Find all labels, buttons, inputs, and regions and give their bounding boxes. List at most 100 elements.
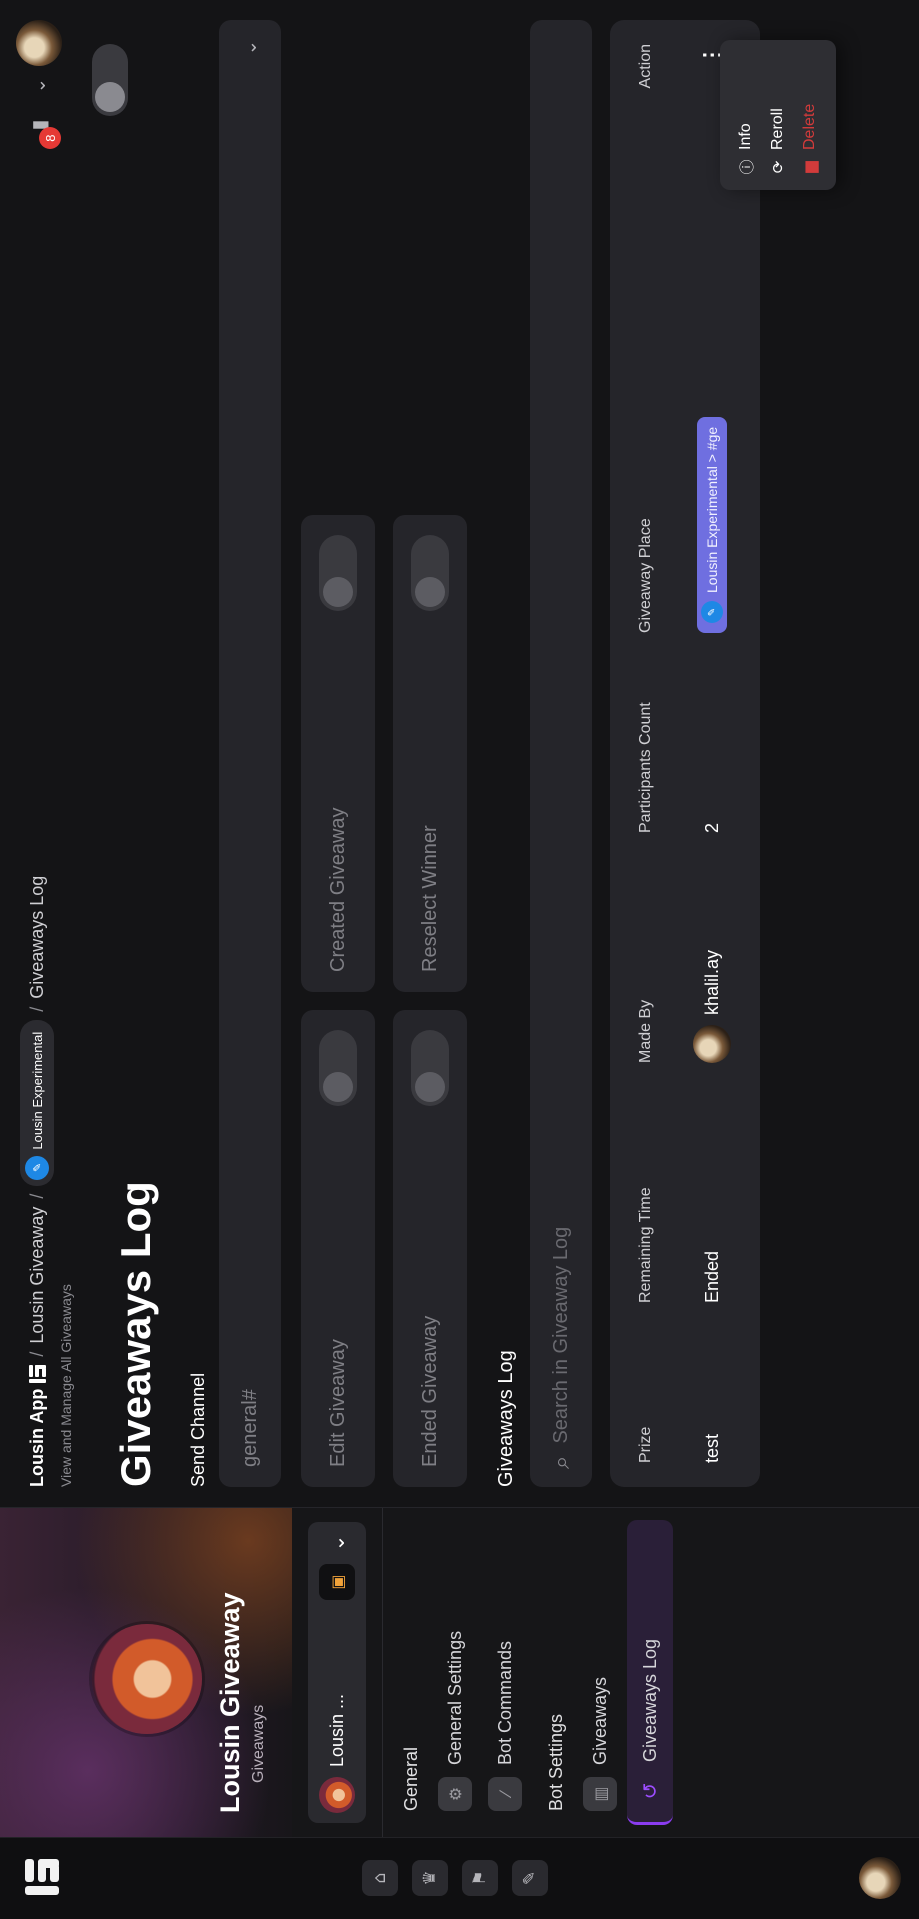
breadcrumb-app[interactable]: Lousin App bbox=[26, 1364, 48, 1487]
server-icon: ✎ bbox=[25, 1155, 49, 1180]
flag-icon[interactable]: ⚑ bbox=[462, 1860, 498, 1896]
gift-icon: ▣ bbox=[319, 1564, 355, 1600]
sidebar-item-label: Giveaways Log bbox=[639, 1638, 660, 1762]
table-header: Prize Remaining Time Made By Participant… bbox=[610, 20, 682, 1487]
notification-badge: 8 bbox=[39, 127, 61, 150]
app-root: ⌂ ♛ ⚑ ✎ Lousin Giveaway Giveaways Lousin… bbox=[0, 0, 919, 1919]
server-avatar bbox=[319, 1777, 355, 1813]
app-rail: ⌂ ♛ ⚑ ✎ bbox=[0, 1837, 919, 1919]
ended-giveaway-switch[interactable] bbox=[411, 1030, 449, 1106]
search-input[interactable] bbox=[549, 38, 573, 1444]
cell-prize: test bbox=[701, 1433, 722, 1463]
action-menu: ⓘ Info ⟳ Reroll ▆ Delete bbox=[720, 40, 836, 190]
toggle-edit-giveaway: Edit Giveaway bbox=[301, 1010, 375, 1487]
server-icon: ✎ bbox=[701, 601, 723, 623]
toggle-ended-giveaway: Ended Giveaway bbox=[393, 1010, 467, 1487]
place-pill[interactable]: ✎ Lousin Experimental > #ge bbox=[697, 416, 727, 633]
gear-icon: ⚙ bbox=[438, 1777, 472, 1811]
app-logo[interactable] bbox=[22, 1857, 62, 1897]
feature-toggle[interactable] bbox=[92, 44, 128, 116]
send-channel-select[interactable]: general# ⌄ bbox=[219, 20, 281, 1487]
cell-participants: 2 bbox=[701, 822, 722, 833]
chevron-down-icon[interactable]: ⌄ bbox=[29, 78, 50, 93]
log-section-title: Giveaways Log bbox=[495, 1350, 517, 1487]
giveaways-table: Prize Remaining Time Made By Participant… bbox=[610, 20, 836, 1487]
history-icon: ↺ bbox=[638, 1782, 662, 1800]
cell-place: ✎ Lousin Experimental > #ge bbox=[697, 333, 727, 633]
sidebar-item-label: General Settings bbox=[444, 1630, 465, 1765]
breadcrumb-bot[interactable]: Lousin Giveaway bbox=[27, 1207, 48, 1344]
send-channel-value: general# bbox=[238, 1389, 261, 1467]
column-header: Participants Count bbox=[637, 702, 654, 833]
menu-item-delete[interactable]: ▆ Delete bbox=[794, 54, 826, 176]
toggle-label: Reselect Winner bbox=[418, 825, 441, 972]
breadcrumb-separator: / bbox=[26, 1006, 47, 1012]
created-giveaway-switch[interactable] bbox=[319, 535, 357, 611]
breadcrumb-current: Giveaways Log bbox=[26, 875, 47, 999]
sidebar-item-giveaways-log[interactable]: ↺ Giveaways Log bbox=[627, 1520, 673, 1825]
page-content: Giveaways Log Send Channel general# ⌄ Ed… bbox=[92, 20, 836, 1487]
app-name: Lousin App bbox=[26, 1388, 47, 1487]
app-mini-logo-icon bbox=[28, 1364, 46, 1383]
nav-section-general: General ⚙ General Settings ⁄ Bot Command… bbox=[401, 1508, 528, 1837]
toggle-label: Created Giveaway bbox=[326, 807, 349, 972]
sidebar-item-general-settings[interactable]: ⚙ General Settings bbox=[432, 1520, 478, 1825]
info-icon: ⓘ bbox=[738, 159, 756, 175]
bot-subtitle: Giveaways bbox=[250, 1704, 267, 1783]
breadcrumb-server-pill[interactable]: ✎ Lousin Experimental bbox=[20, 1019, 54, 1186]
nav-heading-bot-settings: Bot Settings bbox=[546, 1713, 566, 1811]
toggle-label: Ended Giveaway bbox=[418, 1315, 441, 1467]
chevron-down-icon: ⌄ bbox=[239, 40, 260, 56]
reroll-icon: ⟳ bbox=[770, 160, 787, 174]
logo-mark-icon bbox=[25, 1859, 59, 1895]
crown-icon[interactable]: ♛ bbox=[412, 1860, 448, 1896]
nav-heading-general: General bbox=[401, 1746, 421, 1811]
reselect-winner-switch[interactable] bbox=[411, 535, 449, 611]
sidebar-item-giveaways[interactable]: ▥ Giveaways bbox=[577, 1520, 623, 1825]
column-header: Made By bbox=[637, 999, 654, 1063]
sidebar: Lousin Giveaway Giveaways Lousin ... ▣ ⌄… bbox=[0, 1507, 919, 1837]
bot-title: Lousin Giveaway bbox=[215, 1592, 245, 1813]
chevron-down-icon: ⌄ bbox=[325, 1534, 349, 1552]
sidebar-item-bot-commands[interactable]: ⁄ Bot Commands bbox=[482, 1520, 528, 1825]
breadcrumb-separator: / bbox=[26, 1351, 47, 1357]
top-bar: Lousin App / Lousin Giveaway / ✎ Lousin … bbox=[0, 0, 112, 1507]
main-content: Lousin App / Lousin Giveaway / ✎ Lousin … bbox=[0, 0, 919, 1507]
breadcrumb-separator: / bbox=[26, 1193, 47, 1199]
server-pill-label: Lousin Experimental bbox=[29, 1031, 45, 1150]
notifications-button[interactable]: ▮ 8 bbox=[19, 105, 61, 150]
home-icon[interactable]: ⌂ bbox=[362, 1860, 398, 1896]
menu-item-label: Info bbox=[737, 123, 754, 150]
sidebar-divider bbox=[382, 1508, 383, 1837]
sidebar-item-label: Bot Commands bbox=[494, 1640, 515, 1765]
search-icon: ⌕ bbox=[547, 1455, 575, 1469]
send-channel-label: Send Channel bbox=[188, 1372, 208, 1487]
menu-item-label: Reroll bbox=[769, 108, 786, 150]
edit-giveaway-switch[interactable] bbox=[319, 1030, 357, 1106]
sidebar-item-label: Giveaways bbox=[589, 1676, 610, 1765]
table-row: test Ended khalil.ay 2 ✎ Lousin Experime… bbox=[682, 20, 742, 1487]
trash-icon: ▆ bbox=[802, 161, 819, 173]
column-header: Remaining Time bbox=[637, 1187, 654, 1303]
menu-item-info[interactable]: ⓘ Info bbox=[730, 54, 762, 176]
toggle-created-giveaway: Created Giveaway bbox=[301, 515, 375, 992]
user-avatar[interactable] bbox=[16, 20, 62, 66]
slash-icon: ⁄ bbox=[488, 1777, 522, 1811]
avatar bbox=[693, 1025, 731, 1063]
server-selector[interactable]: Lousin ... ▣ ⌄ bbox=[308, 1522, 366, 1823]
toggle-label: Edit Giveaway bbox=[326, 1339, 349, 1467]
breadcrumb: Lousin App / Lousin Giveaway / ✎ Lousin … bbox=[20, 20, 54, 1487]
page-subtitle: View and Manage All Giveaways bbox=[58, 1284, 74, 1487]
toggle-reselect-winner: Reselect Winner bbox=[393, 515, 467, 992]
menu-item-label: Delete bbox=[801, 103, 818, 150]
page-title: Giveaways Log bbox=[112, 1181, 159, 1487]
wrench-icon[interactable]: ✎ bbox=[512, 1860, 548, 1896]
column-header: Prize bbox=[637, 1426, 654, 1463]
rail-user-avatar[interactable] bbox=[859, 1857, 901, 1899]
cell-remaining-time: Ended bbox=[701, 1250, 722, 1303]
gift-icon: ▥ bbox=[583, 1777, 617, 1811]
rail-icons: ⌂ ♛ ⚑ ✎ bbox=[362, 1837, 548, 1919]
column-header: Giveaway Place bbox=[637, 518, 654, 633]
log-search: ⌕ bbox=[530, 20, 592, 1487]
menu-item-reroll[interactable]: ⟳ Reroll bbox=[762, 54, 794, 176]
